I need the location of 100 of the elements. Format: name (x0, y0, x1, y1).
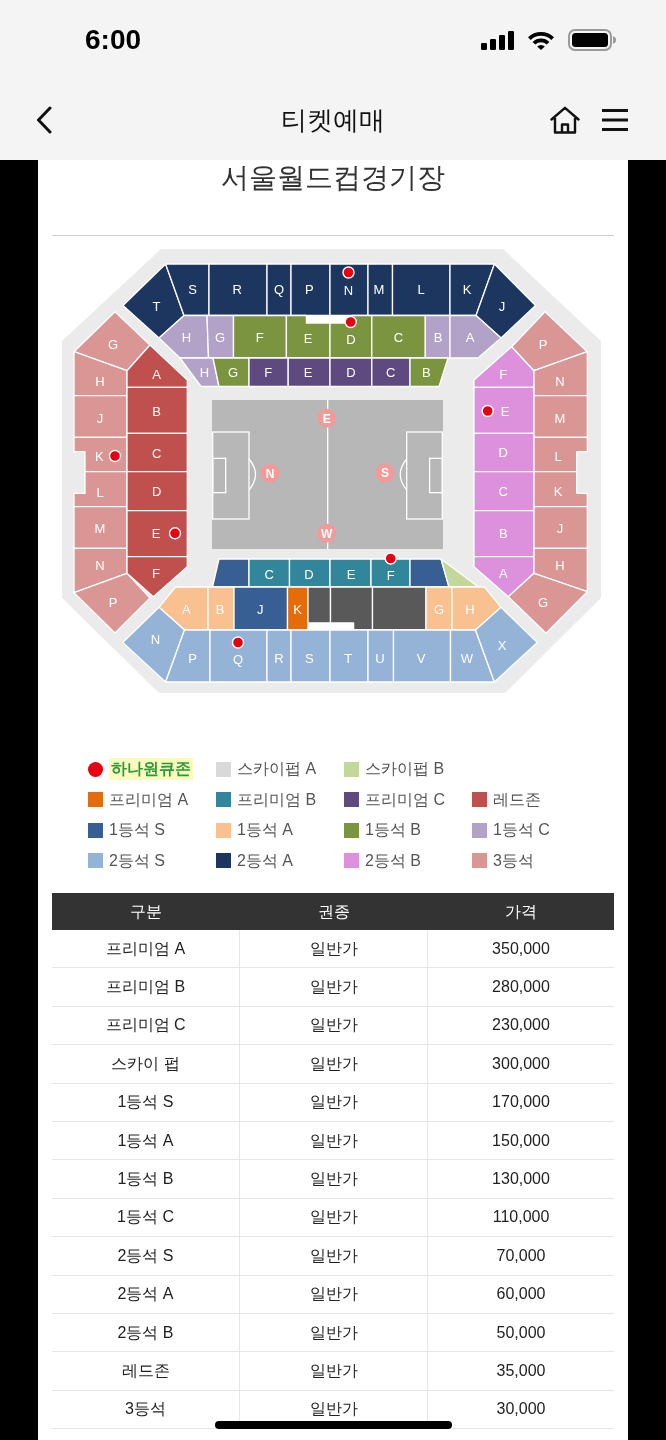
section-label: H (95, 374, 105, 390)
section-label: D (152, 484, 162, 500)
section-label: P (538, 336, 548, 352)
legend-label: 스카이펍 B (365, 759, 445, 780)
legend-label: 1등석 S (109, 820, 165, 841)
table-cell: 일반가 (240, 1275, 428, 1313)
section-label: N (555, 374, 565, 390)
table-cell: 일반가 (240, 1045, 428, 1083)
section-label: N (343, 282, 354, 298)
table-cell-text: 350,000 (491, 938, 551, 959)
section-label: R (274, 650, 284, 666)
direction-badge: S (375, 463, 395, 483)
section-label: G (537, 594, 549, 610)
section-label: J (498, 299, 506, 314)
legend-label: 레드존 (493, 789, 541, 810)
section-label: P (108, 594, 118, 610)
section-label: X (497, 638, 507, 653)
table-cell: 프리미엄 A (52, 930, 240, 968)
legend-label: 프리미엄 A (109, 789, 189, 810)
table-cell-text: 300,000 (491, 1053, 551, 1074)
menu-icon[interactable] (602, 109, 628, 131)
section-label: S (188, 281, 197, 297)
section-label: H (465, 601, 475, 617)
signal-icon (481, 30, 514, 50)
home-icon[interactable] (550, 106, 580, 134)
legend-label: 3등석 (493, 850, 534, 871)
direction-badge: N (260, 463, 280, 483)
section-label: B (215, 601, 225, 617)
section-label: N (95, 557, 105, 573)
section-label: H (555, 557, 565, 573)
direction-badge: E (317, 408, 337, 428)
chevron-left-icon[interactable] (36, 106, 52, 134)
section-label: J (96, 410, 104, 426)
section-label: F (386, 567, 395, 583)
section-label: E (500, 404, 510, 420)
section-label: K (94, 448, 104, 464)
section-label: R (232, 281, 242, 297)
table-cell: 2등석 A (52, 1275, 240, 1313)
section-label: Q (273, 281, 285, 297)
legend-label: 스카이펍 A (237, 759, 317, 780)
table-cell: 프리미엄 B (52, 968, 240, 1006)
section-label: E (303, 365, 313, 380)
section-label: E (346, 567, 356, 582)
table-cell: 1등석 A (52, 1121, 240, 1160)
section-label: D (346, 331, 356, 347)
section-label: H (181, 330, 192, 345)
legend-label: 프리미엄 C (365, 789, 445, 810)
section-label: F (152, 565, 160, 581)
section-label: C (498, 484, 508, 500)
table-cell: 일반가 (240, 930, 428, 968)
section-label: D (304, 567, 314, 582)
section-label: E (151, 525, 161, 541)
section-label: C (386, 365, 396, 380)
section-label: B (498, 525, 508, 541)
table-cell-text: 60,000 (495, 1284, 547, 1305)
legend-label: 하나원큐존 (109, 758, 193, 781)
section-label: B (433, 330, 443, 345)
legend-label: 2등석 S (109, 850, 165, 871)
table-cell: 일반가 (240, 1237, 428, 1275)
section-label: E (303, 330, 313, 346)
section-label: C (264, 567, 274, 582)
table-cell: 일반가 (240, 1352, 428, 1390)
table-cell: 일반가 (240, 1083, 428, 1121)
section-label: G (214, 330, 226, 345)
section-label: S (304, 650, 314, 666)
table-cell-text: 30,000 (495, 1399, 547, 1420)
section-label: P (304, 281, 314, 297)
table-cell-text: 230,000 (491, 1015, 551, 1036)
table-cell: 일반가 (240, 1198, 428, 1237)
section-label: M (373, 281, 385, 297)
section-label: J (556, 520, 564, 536)
battery-icon (568, 29, 616, 51)
table-cell-text: 280,000 (491, 977, 551, 998)
section-label: C (393, 330, 404, 345)
table-cell: 프리미엄 C (52, 1006, 240, 1045)
section-label: J (256, 601, 264, 617)
table-cell: 레드존 (52, 1352, 240, 1390)
section-label: P (188, 650, 197, 666)
section-label: H (199, 365, 210, 380)
section-label: N (150, 631, 161, 647)
section-label: B (422, 365, 431, 380)
section-label: G (227, 365, 239, 380)
table-cell: 일반가 (240, 1313, 428, 1352)
section-label: A (498, 565, 508, 581)
section-label: F (499, 366, 508, 382)
section-label: V (416, 650, 426, 666)
page-title: 티켓예매 (281, 104, 385, 136)
section-label: U (375, 650, 385, 666)
section-label: T (344, 650, 353, 666)
table-cell: 스카이 펍 (52, 1045, 240, 1083)
table-cell-text: 170,000 (491, 1092, 551, 1113)
section-label: L (554, 448, 562, 464)
section-label: M (554, 410, 566, 426)
section-label: D (346, 365, 356, 380)
table-cell: 일반가 (240, 968, 428, 1006)
section-label: F (255, 330, 264, 345)
table-cell-text: 70,000 (495, 1245, 547, 1266)
section-label: K (293, 601, 302, 617)
section-label: Q (232, 651, 244, 667)
table-cell: 일반가 (240, 1006, 428, 1045)
